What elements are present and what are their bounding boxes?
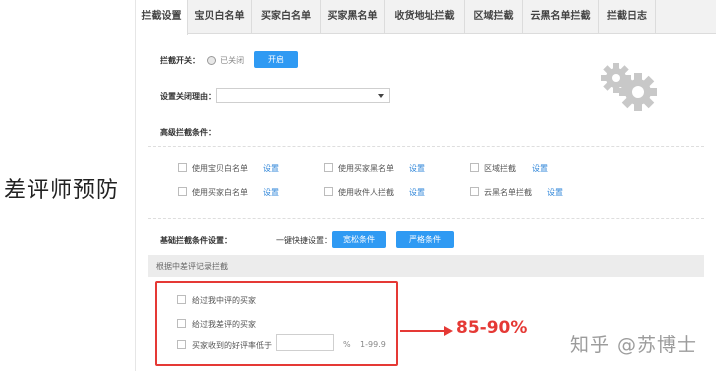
- tab-intercept-log[interactable]: 拦截日志: [599, 0, 656, 34]
- checkbox-item-whitelist[interactable]: [178, 163, 187, 172]
- option-item-whitelist: 使用宝贝白名单: [192, 164, 248, 173]
- rating-threshold-input[interactable]: [276, 334, 334, 351]
- switch-status: 已关闭: [220, 56, 245, 65]
- checkbox-buyer-blacklist[interactable]: [324, 163, 333, 172]
- annotation-range: 85-90%: [456, 318, 528, 338]
- tab-bar: 拦截设置 宝贝白名单 买家白名单 买家黑名单 收货地址拦截 区域拦截 云黑名单拦…: [136, 0, 716, 35]
- side-title: 差评师预防: [4, 178, 120, 203]
- checkbox-recipient-intercept[interactable]: [324, 187, 333, 196]
- gear-icon: [598, 60, 660, 116]
- checkbox-region-intercept[interactable]: [470, 163, 479, 172]
- strict-conditions-button[interactable]: 严格条件: [396, 231, 454, 248]
- arrowhead-icon: [444, 326, 453, 336]
- watermark: 知乎 @苏博士: [570, 334, 698, 356]
- tab-region-intercept[interactable]: 区域拦截: [465, 0, 523, 34]
- basic-title: 基础拦截条件设置：: [160, 236, 232, 245]
- review-record-section-header: 根据中差评记录拦截: [148, 255, 704, 277]
- tab-intercept-settings[interactable]: 拦截设置: [136, 0, 188, 35]
- chevron-down-icon: [378, 94, 384, 98]
- checkbox-cloud-blacklist[interactable]: [470, 187, 479, 196]
- highlight-box: [155, 281, 398, 366]
- option-cloud-blacklist: 云黑名单拦截: [484, 188, 532, 197]
- divider: [148, 218, 704, 219]
- close-reason-label: 设置关闭理由：: [160, 92, 216, 101]
- link-set-recipient-intercept[interactable]: 设置: [409, 187, 425, 198]
- link-set-buyer-whitelist[interactable]: 设置: [263, 187, 279, 198]
- enable-button[interactable]: 开启: [254, 51, 298, 68]
- option-buyer-blacklist: 使用买家黑名单: [338, 164, 394, 173]
- switch-radio[interactable]: [206, 56, 216, 65]
- close-reason-select[interactable]: [216, 88, 390, 103]
- switch-label: 拦截开关：: [160, 56, 200, 65]
- tab-address-intercept[interactable]: 收货地址拦截: [385, 0, 465, 34]
- link-set-cloud-blacklist[interactable]: 设置: [547, 187, 563, 198]
- checkbox-buyer-whitelist[interactable]: [178, 187, 187, 196]
- tab-item-whitelist[interactable]: 宝贝白名单: [188, 0, 252, 34]
- rating-range-hint: 1-99.9: [360, 340, 386, 349]
- link-set-item-whitelist[interactable]: 设置: [263, 163, 279, 174]
- arrow-icon: [400, 330, 446, 332]
- quick-setting-label: 一键快捷设置：: [276, 236, 332, 245]
- advanced-title: 高级拦截条件：: [160, 128, 216, 137]
- switch-row: 拦截开关： 已关闭: [160, 55, 244, 66]
- link-set-region-intercept[interactable]: 设置: [532, 163, 548, 174]
- divider: [148, 146, 704, 147]
- link-set-buyer-blacklist[interactable]: 设置: [409, 163, 425, 174]
- loose-conditions-button[interactable]: 宽松条件: [332, 231, 386, 248]
- tab-buyer-blacklist[interactable]: 买家黑名单: [321, 0, 385, 34]
- percent-unit: %: [343, 340, 351, 349]
- option-buyer-whitelist: 使用买家白名单: [192, 188, 248, 197]
- option-recipient-intercept: 使用收件人拦截: [338, 188, 394, 197]
- section-title: 根据中差评记录拦截: [156, 262, 228, 271]
- tab-buyer-whitelist[interactable]: 买家白名单: [252, 0, 321, 34]
- option-region-intercept: 区域拦截: [484, 164, 516, 173]
- tab-cloud-blacklist[interactable]: 云黑名单拦截: [523, 0, 599, 34]
